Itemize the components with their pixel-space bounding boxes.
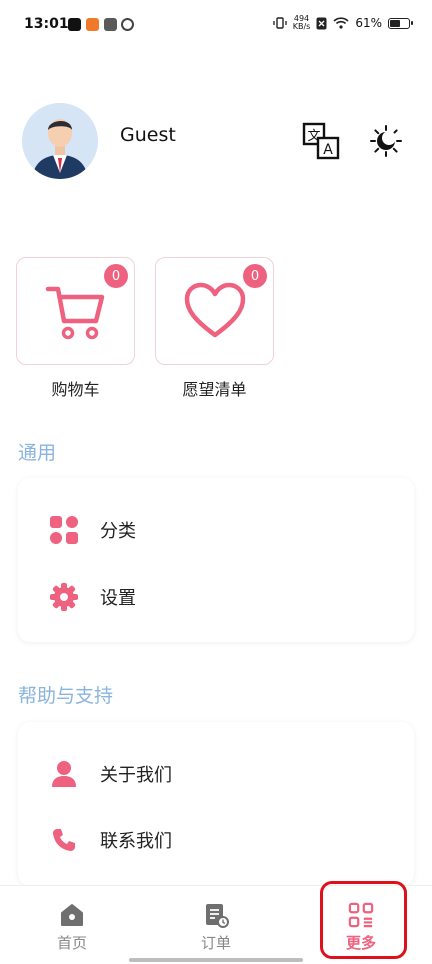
translate-icon: 文 A [302, 122, 340, 160]
menu-item-about[interactable]: 关于我们 [18, 746, 414, 802]
menu-item-contact[interactable]: 联系我们 [18, 812, 414, 868]
menu-item-settings[interactable]: 设置 [18, 569, 414, 625]
general-panel: 分类 设置 [18, 478, 414, 642]
cart-icon [45, 286, 104, 340]
cart-card[interactable]: 0 [16, 257, 135, 365]
status-bar: 13:01 494 KB/s 61% [0, 0, 432, 52]
nav-tab-orders[interactable]: 订单 [166, 886, 266, 956]
avatar-person-icon [22, 103, 98, 179]
wifi-icon [333, 17, 349, 29]
gear-icon [48, 581, 80, 613]
vibrate-icon [273, 17, 287, 29]
menu-label-settings: 设置 [100, 588, 136, 609]
category-icon [48, 514, 80, 546]
wishlist-badge: 0 [243, 264, 267, 288]
network-speed: 494 KB/s [293, 15, 311, 31]
help-panel: 关于我们 联系我们 [18, 722, 414, 886]
svg-text:A: A [323, 142, 333, 158]
cart-badge: 0 [104, 264, 128, 288]
nav-label-home: 首页 [56, 934, 87, 952]
sync-icon [121, 18, 134, 31]
moon-sun-icon [370, 125, 402, 157]
profile-name: Guest [120, 124, 176, 146]
nav-tab-home[interactable]: 首页 [22, 886, 122, 956]
battery-percent: 61% [355, 16, 382, 30]
theme-toggle-button[interactable] [366, 121, 406, 161]
network-speed-unit: KB/s [292, 22, 311, 31]
sim-off-icon [316, 17, 327, 29]
menu-label-about: 关于我们 [100, 765, 172, 786]
menu-label-category: 分类 [100, 521, 136, 542]
app-notification-icon [86, 18, 99, 31]
nav-label-orders: 订单 [200, 934, 231, 952]
cart-label: 购物车 [51, 380, 100, 399]
heart-icon [184, 282, 245, 338]
section-title-help: 帮助与支持 [18, 685, 114, 707]
translate-button[interactable]: 文 A [301, 121, 341, 161]
battery-icon [388, 17, 413, 29]
orders-icon [203, 902, 229, 928]
highlight-box [320, 881, 407, 959]
status-time: 13:01 [24, 16, 69, 32]
tiktok-app-icon [68, 18, 81, 31]
avatar[interactable] [22, 103, 98, 179]
home-icon [59, 902, 85, 928]
wishlist-label: 愿望清单 [182, 380, 247, 399]
battery-fill [390, 19, 401, 27]
home-indicator [129, 958, 303, 962]
menu-label-contact: 联系我们 [100, 831, 172, 852]
section-title-general: 通用 [18, 442, 57, 464]
phone-icon [48, 824, 80, 856]
menu-item-category[interactable]: 分类 [18, 502, 414, 558]
wishlist-card[interactable]: 0 [155, 257, 274, 365]
app-notification-icon-2 [104, 18, 117, 31]
user-icon [48, 758, 80, 790]
